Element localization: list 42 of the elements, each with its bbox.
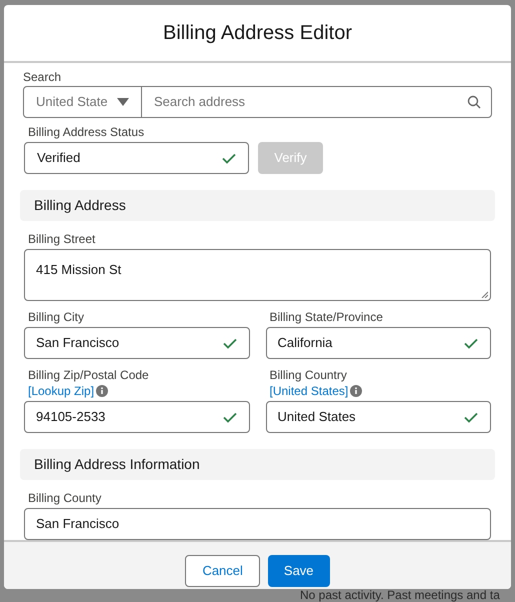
dialog-title: Billing Address Editor <box>163 21 352 46</box>
field-value: United States <box>278 408 356 426</box>
text-field[interactable]: United States <box>266 401 491 433</box>
field-value: 415 Mission St <box>36 262 122 277</box>
check-icon <box>222 412 236 422</box>
lookup-link[interactable]: [United States] <box>270 384 348 398</box>
field-value: San Francisco <box>36 515 120 534</box>
field-label: Billing Zip/Postal Code <box>27 368 150 382</box>
cancel-button[interactable]: Cancel <box>185 555 260 587</box>
text-field[interactable]: San Francisco <box>24 327 250 359</box>
field-label: Billing City <box>27 310 86 324</box>
field-label: Billing Country <box>268 368 348 382</box>
text-field[interactable]: California <box>266 327 491 359</box>
field-label: Billing Address Status <box>27 125 146 139</box>
field-value: 94105-2533 <box>36 408 106 426</box>
country-dropdown[interactable]: United State <box>24 87 142 117</box>
check-icon <box>222 338 236 348</box>
street-textarea[interactable]: 415 Mission St <box>24 249 491 301</box>
field-label: Billing Street <box>27 232 96 246</box>
field-value: California <box>278 334 332 352</box>
field-label: Billing State/Province <box>268 310 384 324</box>
text-field[interactable]: San Francisco <box>24 508 491 540</box>
search-bar[interactable]: United State Search address <box>23 86 492 118</box>
info-icon[interactable] <box>96 385 108 397</box>
status-field[interactable]: Verified <box>24 142 249 174</box>
text-field[interactable]: 94105-2533 <box>24 401 250 433</box>
field-value: Verified <box>37 149 80 168</box>
field-value: San Francisco <box>36 334 120 352</box>
search-field[interactable]: Search address <box>142 87 467 117</box>
lookup-link[interactable]: [Lookup Zip] <box>28 384 94 398</box>
section-header: Billing Address Information <box>20 449 495 480</box>
section-header: Billing Address <box>20 190 495 221</box>
check-icon <box>464 412 478 422</box>
resize-handle-icon <box>481 291 488 298</box>
field-label: Billing County <box>27 491 102 505</box>
save-button[interactable]: Save <box>268 555 330 587</box>
search-icon <box>467 95 481 109</box>
info-icon[interactable] <box>350 385 362 397</box>
caret-icon <box>117 98 129 106</box>
check-icon <box>464 338 478 348</box>
field-label: Search <box>23 70 62 84</box>
background-text: No past activity. Past meetings and ta <box>300 588 500 602</box>
